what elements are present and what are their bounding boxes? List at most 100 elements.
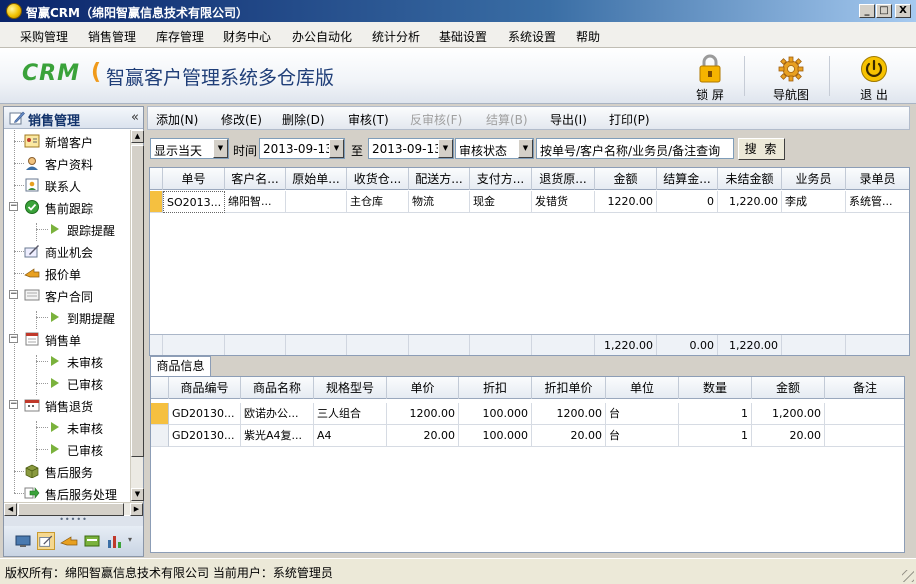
cell-product-name[interactable]: 紫光A4复... [241,425,314,447]
cell-discount[interactable]: 100.000 [459,403,532,425]
cell-amount[interactable]: 1,200.00 [752,403,825,425]
tree-node-return-unaudited[interactable]: 未审核 [4,416,130,438]
cell-product-code[interactable]: GD20130... [169,403,241,425]
col-quantity[interactable]: 数量 [679,377,752,399]
date-range-select[interactable]: 显示当天 ▼ [150,138,229,159]
cell-quantity[interactable]: 1 [679,403,752,425]
cell-unit[interactable]: 台 [606,425,679,447]
chevron-down-icon[interactable]: ▼ [518,139,533,158]
col-salesperson[interactable]: 业务员 [782,168,846,190]
more-modules-icon[interactable]: ▾ [128,535,132,544]
scroll-down-button[interactable]: ▼ [131,488,144,501]
menu-finance[interactable]: 财务中心 [223,28,271,45]
add-button[interactable]: 添加(N) [156,111,198,128]
collapse-node-button[interactable]: − [9,400,18,409]
table-row[interactable]: GD20130... 紫光A4复... A4 20.00 100.000 20.… [151,425,904,447]
statistics-module-icon[interactable] [106,532,124,550]
cell-receiving-warehouse[interactable]: 主仓库 [347,191,409,213]
cell-remarks[interactable] [825,425,904,447]
col-customer-name[interactable]: 客户名... [225,168,286,190]
maximize-button[interactable]: □ [876,4,892,18]
menu-sales[interactable]: 销售管理 [88,28,136,45]
tree-node-quotation[interactable]: 报价单 [4,262,130,284]
lock-screen-button[interactable]: 锁 屏 [682,52,738,102]
tree-horizontal-scrollbar[interactable]: ◀ ▶ [4,502,143,516]
tree-node-after-sales-service[interactable]: 售后服务 [4,460,130,482]
cell-spec-model[interactable]: A4 [314,425,387,447]
sales-module-icon[interactable] [37,532,55,550]
end-date-picker[interactable]: 2013-09-13 ▼ [368,138,454,159]
tree-node-tracking-reminder[interactable]: 跟踪提醒 [4,218,130,240]
inventory-module-icon[interactable] [60,532,78,550]
cell-customer-name[interactable]: 绵阳智... [225,191,286,213]
audit-status-select[interactable]: 审核状态 ▼ [455,138,534,159]
close-button[interactable]: X [895,4,911,18]
row-selector[interactable] [150,191,163,213]
menu-basic-settings[interactable]: 基础设置 [439,28,487,45]
cell-product-name[interactable]: 欧诺办公... [241,403,314,425]
menu-purchase[interactable]: 采购管理 [20,28,68,45]
row-selector[interactable] [151,403,169,425]
scroll-thumb[interactable] [131,145,144,457]
col-original-order[interactable]: 原始单... [286,168,347,190]
finance-module-icon[interactable] [83,532,101,550]
col-amount[interactable]: 金额 [595,168,657,190]
tree-node-sales-order[interactable]: − 销售单 [4,328,130,350]
collapse-node-button[interactable]: − [9,290,18,299]
audit-button[interactable]: 审核(T) [348,111,389,128]
cell-quantity[interactable]: 1 [679,425,752,447]
cell-original-order[interactable] [286,191,347,213]
tree-node-return-audited[interactable]: 已审核 [4,438,130,460]
resize-grip[interactable] [902,570,914,582]
menu-system-settings[interactable]: 系统设置 [508,28,556,45]
collapse-node-button[interactable]: − [9,334,18,343]
tree-node-customer-profile[interactable]: 客户资料 [4,152,130,174]
tree-node-customer-contract[interactable]: − 客户合同 [4,284,130,306]
cell-entry-clerk[interactable]: 系统管... [846,191,909,213]
cell-order-no[interactable]: SO2013... [163,191,225,213]
cell-product-code[interactable]: GD20130... [169,425,241,447]
tree-node-new-customer[interactable]: 新增客户 [4,130,130,152]
tree-vertical-scrollbar[interactable]: ▲ ▼ [130,130,144,502]
col-return-reason[interactable]: 退货原... [532,168,595,190]
col-product-name[interactable]: 商品名称 [241,377,314,399]
col-order-no[interactable]: 单号 [163,168,225,190]
search-input[interactable]: 按单号/客户名称/业务员/备注查询 [536,138,734,159]
collapse-node-button[interactable]: − [9,202,18,211]
menu-inventory[interactable]: 库存管理 [156,28,204,45]
col-settled-amount[interactable]: 结算金... [657,168,718,190]
col-delivery-method[interactable]: 配送方... [409,168,470,190]
col-unit-price[interactable]: 单价 [387,377,459,399]
scroll-up-button[interactable]: ▲ [131,130,144,143]
cell-discount-price[interactable]: 20.00 [532,425,606,447]
menu-office-automation[interactable]: 办公自动化 [292,28,352,45]
cell-return-reason[interactable]: 发错货 [532,191,595,213]
scroll-left-button[interactable]: ◀ [4,503,17,516]
navigator-button[interactable]: 导航图 [763,52,819,102]
table-row[interactable]: SO2013... 绵阳智... 主仓库 物流 现金 发错货 1220.00 0… [150,191,909,213]
cell-settled-amount[interactable]: 0 [657,191,718,213]
exit-button[interactable]: 退 出 [846,52,902,102]
menu-statistics[interactable]: 统计分析 [372,28,420,45]
tree-node-sales-return[interactable]: − 销售退货 [4,394,130,416]
cell-delivery-method[interactable]: 物流 [409,191,470,213]
col-unsettled-amount[interactable]: 未结金额 [718,168,782,190]
cell-unit-price[interactable]: 1200.00 [387,403,459,425]
tree-node-expiry-reminder[interactable]: 到期提醒 [4,306,130,328]
cell-amount[interactable]: 20.00 [752,425,825,447]
col-product-code[interactable]: 商品编号 [169,377,241,399]
cell-unit[interactable]: 台 [606,403,679,425]
tree-node-sales-unaudited[interactable]: 未审核 [4,350,130,372]
export-button[interactable]: 导出(I) [550,111,587,128]
col-amount[interactable]: 金额 [752,377,825,399]
chevron-down-icon[interactable]: ▼ [329,139,344,158]
col-discount[interactable]: 折扣 [459,377,532,399]
delete-button[interactable]: 删除(D) [282,111,325,128]
search-button[interactable]: 搜 索 [738,138,785,160]
purchase-module-icon[interactable] [14,532,32,550]
tree-node-after-sales-processing[interactable]: 售后服务处理 [4,482,130,502]
cell-salesperson[interactable]: 李成 [782,191,846,213]
tab-product-info[interactable]: 商品信息 [150,356,211,377]
cell-spec-model[interactable]: 三人组合 [314,403,387,425]
tree-node-presales-tracking[interactable]: − 售前跟踪 [4,196,130,218]
